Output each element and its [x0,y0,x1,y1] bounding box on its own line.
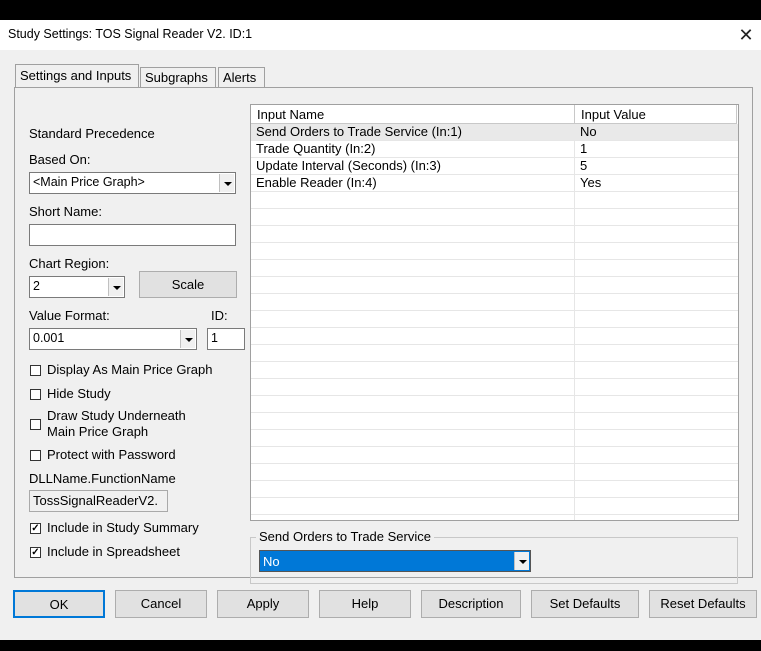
input-name-cell: Enable Reader (In:4) [256,175,377,190]
empty-row [251,209,738,226]
input-name-cell: Send Orders to Trade Service (In:1) [256,124,462,139]
ok-button[interactable]: OK [13,590,105,618]
include-spreadsheet-label: Include in Spreadsheet [47,544,180,559]
empty-row [251,379,738,396]
table-row[interactable]: Send Orders to Trade Service (In:1) No [251,124,738,141]
short-name-label: Short Name: [29,204,102,219]
empty-row [251,447,738,464]
chevron-down-icon[interactable] [514,552,529,570]
reset-defaults-button[interactable]: Reset Defaults [649,590,757,618]
inputs-grid: Input Name Input Value Send Orders to Tr… [250,104,739,521]
dll-name-label: DLLName.FunctionName [29,471,176,486]
value-format-select[interactable]: 0.001 [29,328,197,350]
draw-underneath-label-2: Main Price Graph [47,424,149,439]
close-icon[interactable]: ✕ [732,22,760,48]
protect-password-checkbox[interactable] [30,450,41,461]
table-row[interactable]: Enable Reader (In:4) Yes [251,175,738,192]
protect-password-label: Protect with Password [47,447,176,462]
checkmark-icon: ✓ [31,523,40,534]
display-as-main-checkbox[interactable] [30,365,41,376]
dll-name-field: TossSignalReaderV2. [29,490,168,512]
input-value-cell[interactable]: No [575,124,737,141]
chart-region-label: Chart Region: [29,256,110,271]
input-name-cell: Trade Quantity (In:2) [256,141,376,156]
scale-button[interactable]: Scale [139,271,237,298]
empty-row [251,243,738,260]
empty-row [251,345,738,362]
help-button[interactable]: Help [319,590,411,618]
empty-row [251,328,738,345]
empty-row [251,430,738,447]
description-button[interactable]: Description [421,590,521,618]
window-title: Study Settings: TOS Signal Reader V2. ID… [8,27,253,41]
column-header-input-value[interactable]: Input Value [575,105,737,124]
based-on-value: <Main Price Graph> [33,175,145,189]
set-defaults-button[interactable]: Set Defaults [531,590,639,618]
study-settings-dialog: Study Settings: TOS Signal Reader V2. ID… [0,20,761,640]
chart-region-value: 2 [33,279,40,293]
table-row[interactable]: Update Interval (Seconds) (In:3) 5 [251,158,738,175]
empty-row [251,362,738,379]
draw-underneath-label: Draw Study Underneath [47,408,186,423]
column-header-input-name[interactable]: Input Name [251,105,575,124]
apply-button[interactable]: Apply [217,590,309,618]
value-format-label: Value Format: [29,308,110,323]
include-summary-checkbox[interactable]: ✓ [30,523,41,534]
value-format-value: 0.001 [33,331,65,345]
display-as-main-label: Display As Main Price Graph [47,362,213,377]
empty-row [251,481,738,498]
hide-study-label: Hide Study [47,386,111,401]
standard-precedence-label: Standard Precedence [29,126,155,141]
input-value-select[interactable]: No [259,550,531,572]
chevron-down-icon[interactable] [108,278,123,296]
empty-row [251,277,738,294]
based-on-label: Based On: [29,152,91,167]
short-name-input[interactable] [29,224,236,246]
title-bar: Study Settings: TOS Signal Reader V2. ID… [0,20,761,50]
tab-alerts[interactable]: Alerts [218,67,265,87]
checkmark-icon: ✓ [31,547,40,558]
chevron-down-icon[interactable] [180,330,195,348]
draw-underneath-checkbox[interactable] [30,419,41,430]
input-value-cell[interactable]: 5 [575,158,737,175]
empty-row [251,413,738,430]
input-value-selected: No [263,554,280,569]
table-row[interactable]: Trade Quantity (In:2) 1 [251,141,738,158]
id-input[interactable]: 1 [207,328,245,350]
tab-settings-and-inputs[interactable]: Settings and Inputs [15,64,139,88]
include-summary-label: Include in Study Summary [47,520,199,535]
empty-row [251,311,738,328]
cancel-button[interactable]: Cancel [115,590,207,618]
empty-row [251,294,738,311]
empty-row [251,226,738,243]
include-spreadsheet-checkbox[interactable]: ✓ [30,547,41,558]
empty-row [251,498,738,515]
empty-row [251,396,738,413]
tab-subgraphs[interactable]: Subgraphs [140,67,216,87]
id-label: ID: [211,308,228,323]
chevron-down-icon[interactable] [219,174,234,192]
empty-row [251,260,738,277]
input-value-cell[interactable]: 1 [575,141,737,158]
input-name-cell: Update Interval (Seconds) (In:3) [256,158,441,173]
hide-study-checkbox[interactable] [30,389,41,400]
empty-row [251,192,738,209]
based-on-select[interactable]: <Main Price Graph> [29,172,236,194]
empty-row [251,464,738,481]
input-editor-label: Send Orders to Trade Service [256,529,434,544]
chart-region-select[interactable]: 2 [29,276,125,298]
input-value-cell[interactable]: Yes [575,175,737,192]
